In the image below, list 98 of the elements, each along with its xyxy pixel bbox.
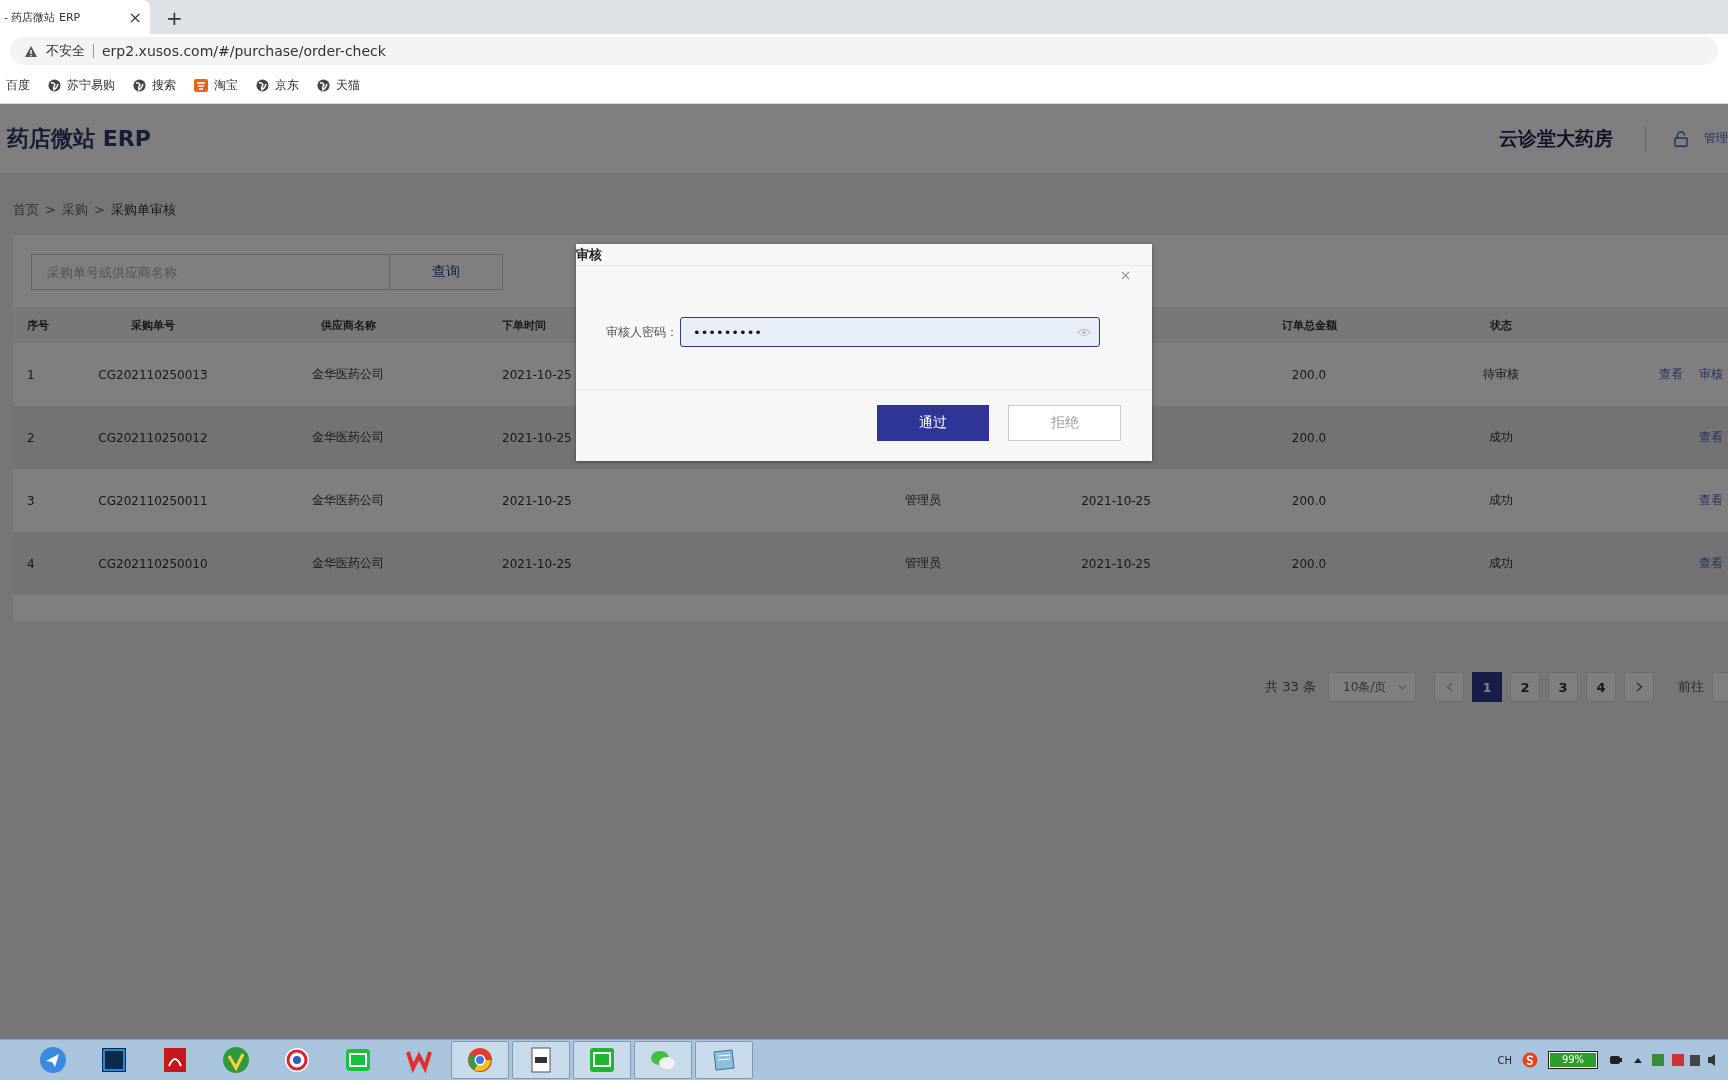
action-link[interactable]: 查看	[1659, 366, 1683, 383]
browser-tab[interactable]: - 药店微站 ERP ×	[0, 0, 150, 34]
close-icon[interactable]: ×	[128, 7, 142, 27]
new-tab-button[interactable]: +	[166, 6, 183, 30]
page-button[interactable]: 4	[1586, 672, 1616, 702]
close-icon[interactable]	[1121, 271, 1130, 280]
table-cell: CG202110250010	[98, 556, 208, 571]
reject-button[interactable]: 拒绝	[1008, 405, 1121, 441]
table-cell: 2	[27, 430, 35, 445]
column-header: 序号	[27, 318, 49, 332]
bookmark[interactable]: 天猫	[317, 77, 360, 94]
table-cell: 金华医药公司	[312, 367, 384, 381]
table-cell: CG202110250011	[98, 493, 208, 508]
table-cell: 1	[27, 367, 35, 382]
app-icon	[100, 1046, 128, 1074]
table-cell: 待审核	[1483, 367, 1519, 381]
action-link[interactable]: 审核	[1699, 366, 1723, 383]
user-link[interactable]: 管理	[1704, 130, 1728, 147]
shop-icon	[194, 79, 208, 92]
table-cell: 2021-10-25	[502, 556, 572, 571]
goto-label: 前往	[1678, 678, 1704, 696]
column-header: 状态	[1490, 318, 1512, 332]
bookmark[interactable]: 京东	[256, 77, 299, 94]
globe-icon	[256, 79, 269, 92]
table-cell: CG202110250013	[98, 367, 208, 382]
page-button[interactable]: 1	[1472, 672, 1502, 702]
table-cell: 成功	[1489, 493, 1513, 507]
page-button[interactable]: 3	[1548, 672, 1578, 702]
dialog-title: 审核	[576, 244, 1152, 266]
table-cell: 金华医药公司	[312, 556, 384, 570]
language-indicator[interactable]: CH	[1497, 1054, 1512, 1066]
page-button[interactable]: 2	[1510, 672, 1540, 702]
url-text: erp2.xusos.com/#/purchase/order-check	[102, 43, 386, 59]
globe-icon	[317, 79, 330, 92]
password-field[interactable]: •••••••••	[680, 317, 1100, 347]
globe-icon	[133, 79, 146, 92]
bookmark[interactable]: 苏宁易购	[48, 77, 115, 94]
table-cell: 200.0	[1291, 367, 1327, 382]
app-icon	[466, 1046, 494, 1074]
field-label: 审核人密码：	[606, 323, 678, 341]
table-cell: 200.0	[1291, 556, 1327, 571]
table-cell: 成功	[1489, 556, 1513, 570]
lock-icon[interactable]	[1674, 130, 1688, 147]
globe-icon	[48, 79, 61, 92]
column-header: 供应商名称	[320, 318, 376, 332]
app-icon	[344, 1046, 372, 1074]
column-header: 采购单号	[131, 318, 175, 332]
chevron-left-icon	[1445, 682, 1453, 692]
table-cell: 金华医药公司	[312, 493, 384, 507]
table-cell: 管理员	[905, 556, 941, 570]
breadcrumb-separator: >	[45, 201, 56, 219]
app-icon	[161, 1046, 189, 1074]
taskbar-button[interactable]	[512, 1041, 570, 1079]
warning-icon	[24, 44, 38, 58]
table-cell: 2021-10-25	[502, 430, 572, 445]
column-header: 下单时间	[502, 318, 546, 332]
page-size-select[interactable]: 10条/页	[1328, 672, 1416, 702]
action-link[interactable]: 查看	[1699, 429, 1723, 446]
table-cell: 成功	[1489, 430, 1513, 444]
app-icon	[588, 1046, 616, 1074]
table-cell: CG202110250012	[98, 430, 208, 445]
app-icon	[39, 1046, 67, 1074]
action-link[interactable]: 查看	[1699, 492, 1723, 509]
table-cell: 200.0	[1291, 493, 1327, 508]
approve-button[interactable]: 通过	[877, 405, 989, 441]
app-icon	[283, 1046, 311, 1074]
app-icon	[710, 1046, 738, 1074]
breadcrumb-separator: >	[93, 201, 105, 219]
chevron-right-icon	[1635, 682, 1643, 692]
store-name: 云诊堂大药房	[1499, 125, 1613, 151]
table-cell: 2021-10-25	[502, 493, 572, 508]
table-cell: 2021-10-25	[1081, 556, 1151, 571]
bookmark[interactable]: 搜索	[133, 77, 176, 94]
battery-indicator[interactable]: 99%	[1548, 1051, 1598, 1069]
action-link[interactable]: 查看	[1699, 555, 1723, 572]
search-button[interactable]: 查询	[390, 254, 503, 290]
bookmark[interactable]: 百度	[6, 77, 30, 94]
address-field[interactable]: 不安全 erp2.xusos.com/#/purchase/order-check	[10, 37, 1718, 65]
app-icon	[222, 1046, 250, 1074]
chevron-down-icon	[1398, 684, 1407, 690]
security-label: 不安全	[46, 44, 94, 58]
app-title: 药店微站 ERP	[7, 124, 151, 153]
eye-icon[interactable]	[1077, 328, 1091, 337]
breadcrumb-item[interactable]: 首页	[13, 201, 39, 219]
tab-title: - 药店微站 ERP	[4, 9, 81, 25]
table-cell: 2021-10-25	[502, 367, 572, 382]
total-count: 共 33 条	[1265, 678, 1316, 696]
table-cell: 4	[27, 556, 35, 571]
breadcrumb-item: 采购单审核	[110, 201, 176, 219]
breadcrumb-item[interactable]: 采购	[61, 201, 88, 219]
table-cell: 金华医药公司	[312, 430, 384, 444]
table-cell: 3	[27, 493, 35, 508]
column-header: 订单总金额	[1281, 318, 1337, 332]
bookmark[interactable]: 淘宝	[194, 77, 238, 94]
table-cell: 管理员	[905, 493, 941, 507]
input-method-icon[interactable]	[1522, 1052, 1538, 1068]
table-cell: 2021-10-25	[1081, 493, 1151, 508]
table-cell: 200.0	[1291, 430, 1327, 445]
